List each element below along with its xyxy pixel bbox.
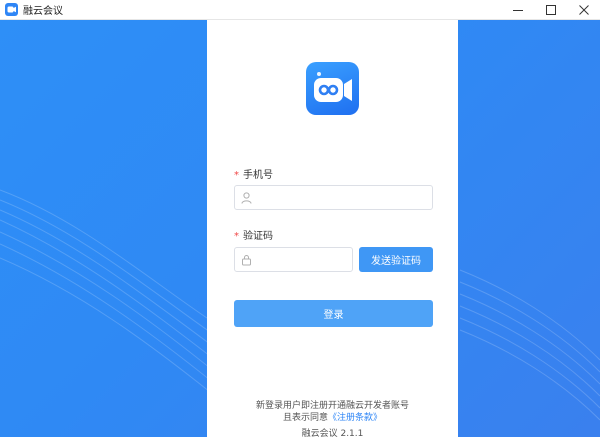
required-mark: * xyxy=(234,231,239,242)
minimize-button[interactable] xyxy=(501,0,534,20)
maximize-icon xyxy=(545,5,556,15)
code-input-box[interactable] xyxy=(234,247,353,272)
phone-label: * 手机号 xyxy=(234,166,273,181)
login-card: * 手机号 * 验证码 发送验证码 登录 新登录用户即注册开通融云开发者账号 且表示… xyxy=(207,20,458,439)
code-label: * 验证码 xyxy=(234,227,273,242)
title-bar: 融云会议 xyxy=(0,0,600,20)
code-label-text: 验证码 xyxy=(243,231,273,242)
required-mark: * xyxy=(234,170,239,181)
close-icon xyxy=(578,5,589,15)
agreement-prefix: 且表示同意 xyxy=(282,413,328,423)
close-button[interactable] xyxy=(567,0,600,20)
lock-icon xyxy=(242,255,251,266)
maximize-button[interactable] xyxy=(534,0,567,20)
window-title: 融云会议 xyxy=(23,6,63,17)
send-code-button[interactable]: 发送验证码 xyxy=(359,247,433,272)
app-icon xyxy=(5,3,18,16)
code-input[interactable] xyxy=(257,250,347,269)
minimize-icon xyxy=(512,10,523,11)
phone-input-box[interactable] xyxy=(234,185,433,210)
video-camera-icon xyxy=(306,62,359,115)
user-icon xyxy=(241,192,252,204)
phone-input[interactable] xyxy=(257,188,427,207)
phone-label-text: 手机号 xyxy=(243,170,273,181)
login-button[interactable]: 登录 xyxy=(234,300,433,327)
agreement-notice: 且表示同意《注册条款》 xyxy=(207,410,458,423)
terms-link[interactable]: 《注册条款》 xyxy=(328,413,382,423)
version-text: 融云会议 2.1.1 xyxy=(301,429,364,439)
